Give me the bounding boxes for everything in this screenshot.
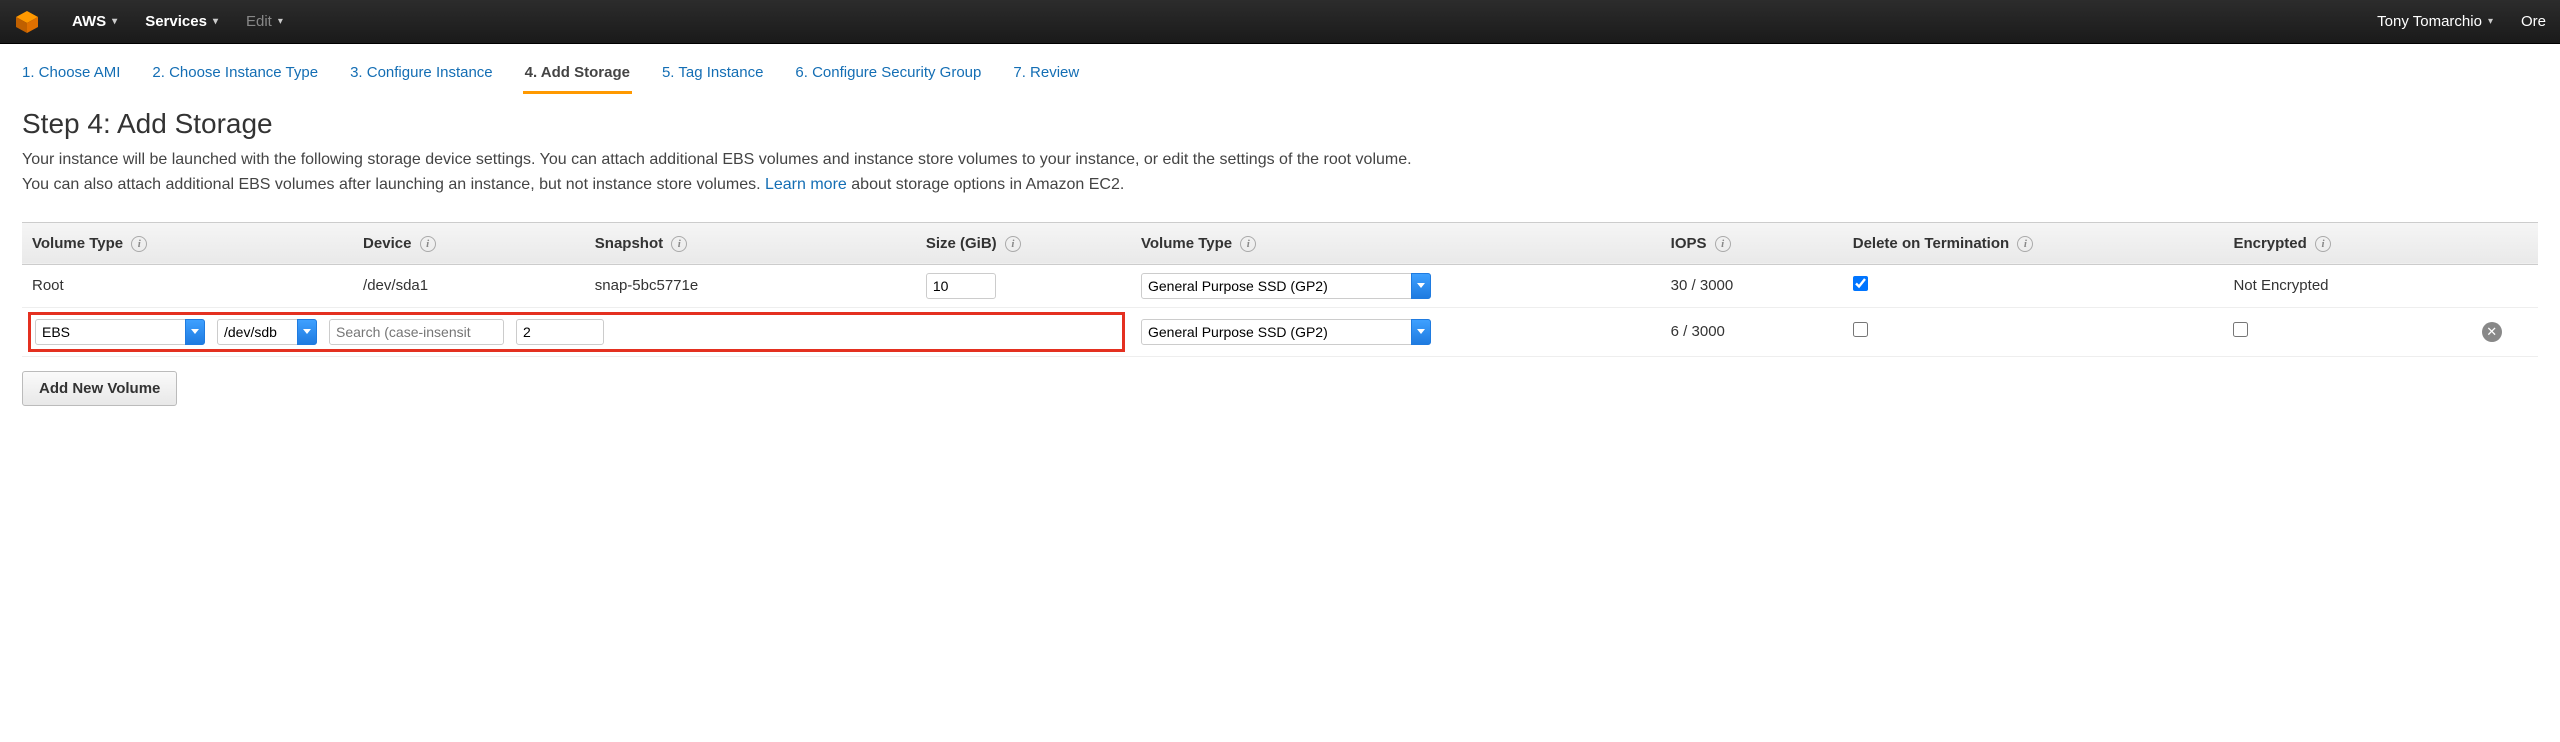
tab-configure-instance[interactable]: 3. Configure Instance xyxy=(348,56,495,94)
chevron-down-icon: ▾ xyxy=(213,16,218,27)
tab-configure-security-group[interactable]: 6. Configure Security Group xyxy=(793,56,983,94)
delete-on-termination-checkbox[interactable] xyxy=(1853,276,1868,291)
info-icon[interactable]: i xyxy=(131,236,147,252)
info-icon[interactable]: i xyxy=(1005,236,1021,252)
th-volume-category: Volume Type i xyxy=(22,222,353,264)
nav-user-label: Tony Tomarchio xyxy=(2377,13,2482,30)
nav-aws-label: AWS xyxy=(72,13,106,30)
nav-region-label: Ore xyxy=(2521,13,2546,30)
desc-text-2: about storage options in Amazon EC2. xyxy=(851,176,1124,193)
top-nav: AWS ▾ Services ▾ Edit ▾ Tony Tomarchio ▾… xyxy=(0,0,2560,44)
th-device: Device i xyxy=(353,222,585,264)
th-volume-type: Volume Type i xyxy=(1131,222,1661,264)
desc-text-1: Your instance will be launched with the … xyxy=(22,151,1412,193)
tab-choose-instance-type[interactable]: 2. Choose Instance Type xyxy=(150,56,320,94)
cell-encrypted: Not Encrypted xyxy=(2223,264,2471,307)
page-title: Step 4: Add Storage xyxy=(22,108,2538,140)
tab-choose-ami[interactable]: 1. Choose AMI xyxy=(20,56,122,94)
info-icon[interactable]: i xyxy=(420,236,436,252)
table-row-ebs: EBS /dev/sdb xyxy=(22,307,2538,356)
snapshot-search-input[interactable] xyxy=(329,319,504,345)
encrypted-checkbox[interactable] xyxy=(2233,322,2248,337)
th-encrypted: Encrypted i xyxy=(2223,222,2471,264)
page-description: Your instance will be launched with the … xyxy=(22,148,1422,198)
info-icon[interactable]: i xyxy=(2315,236,2331,252)
remove-volume-button[interactable]: ✕ xyxy=(2482,322,2502,342)
size-input[interactable] xyxy=(926,273,996,299)
tab-tag-instance[interactable]: 5. Tag Instance xyxy=(660,56,765,94)
table-row-root: Root /dev/sda1 snap-5bc5771e General Pur… xyxy=(22,264,2538,307)
add-new-volume-button[interactable]: Add New Volume xyxy=(22,371,177,406)
th-iops: IOPS i xyxy=(1661,222,1843,264)
tab-add-storage[interactable]: 4. Add Storage xyxy=(523,56,632,94)
table-header-row: Volume Type i Device i Snapshot i Size (… xyxy=(22,222,2538,264)
delete-on-termination-checkbox[interactable] xyxy=(1853,322,1868,337)
content: Step 4: Add Storage Your instance will b… xyxy=(0,94,2560,420)
aws-logo[interactable] xyxy=(14,9,40,35)
cube-icon xyxy=(14,9,40,35)
cell-volume-category: Root xyxy=(22,264,353,307)
device-select[interactable]: /dev/sdb xyxy=(217,319,317,345)
info-icon[interactable]: i xyxy=(2017,236,2033,252)
tab-review[interactable]: 7. Review xyxy=(1011,56,1081,94)
cell-snapshot: snap-5bc5771e xyxy=(585,264,916,307)
chevron-down-icon: ▾ xyxy=(2488,16,2493,27)
chevron-down-icon: ▾ xyxy=(278,16,283,27)
nav-user[interactable]: Tony Tomarchio ▾ xyxy=(2363,0,2507,44)
nav-services[interactable]: Services ▾ xyxy=(131,0,232,44)
cell-device: /dev/sda1 xyxy=(353,264,585,307)
learn-more-link[interactable]: Learn more xyxy=(765,176,847,193)
cell-iops: 6 / 3000 xyxy=(1661,307,1843,356)
nav-region[interactable]: Ore xyxy=(2507,0,2546,44)
info-icon[interactable]: i xyxy=(671,236,687,252)
info-icon[interactable]: i xyxy=(1240,236,1256,252)
nav-edit-label: Edit xyxy=(246,13,272,30)
storage-table: Volume Type i Device i Snapshot i Size (… xyxy=(22,222,2538,357)
size-input[interactable] xyxy=(516,319,604,345)
wizard-tabs: 1. Choose AMI 2. Choose Instance Type 3.… xyxy=(0,56,2560,94)
info-icon[interactable]: i xyxy=(1715,236,1731,252)
volume-type-select[interactable]: General Purpose SSD (GP2) xyxy=(1141,319,1431,345)
nav-edit[interactable]: Edit ▾ xyxy=(232,0,297,44)
highlight-box: EBS /dev/sdb xyxy=(28,312,1125,352)
th-size: Size (GiB) i xyxy=(916,222,1131,264)
th-snapshot: Snapshot i xyxy=(585,222,916,264)
nav-services-label: Services xyxy=(145,13,207,30)
th-delete-on-termination: Delete on Termination i xyxy=(1843,222,2224,264)
volume-type-select[interactable]: General Purpose SSD (GP2) xyxy=(1141,273,1431,299)
chevron-down-icon: ▾ xyxy=(112,16,117,27)
cell-iops: 30 / 3000 xyxy=(1661,264,1843,307)
volume-category-select[interactable]: EBS xyxy=(35,319,205,345)
nav-aws[interactable]: AWS ▾ xyxy=(58,0,131,44)
